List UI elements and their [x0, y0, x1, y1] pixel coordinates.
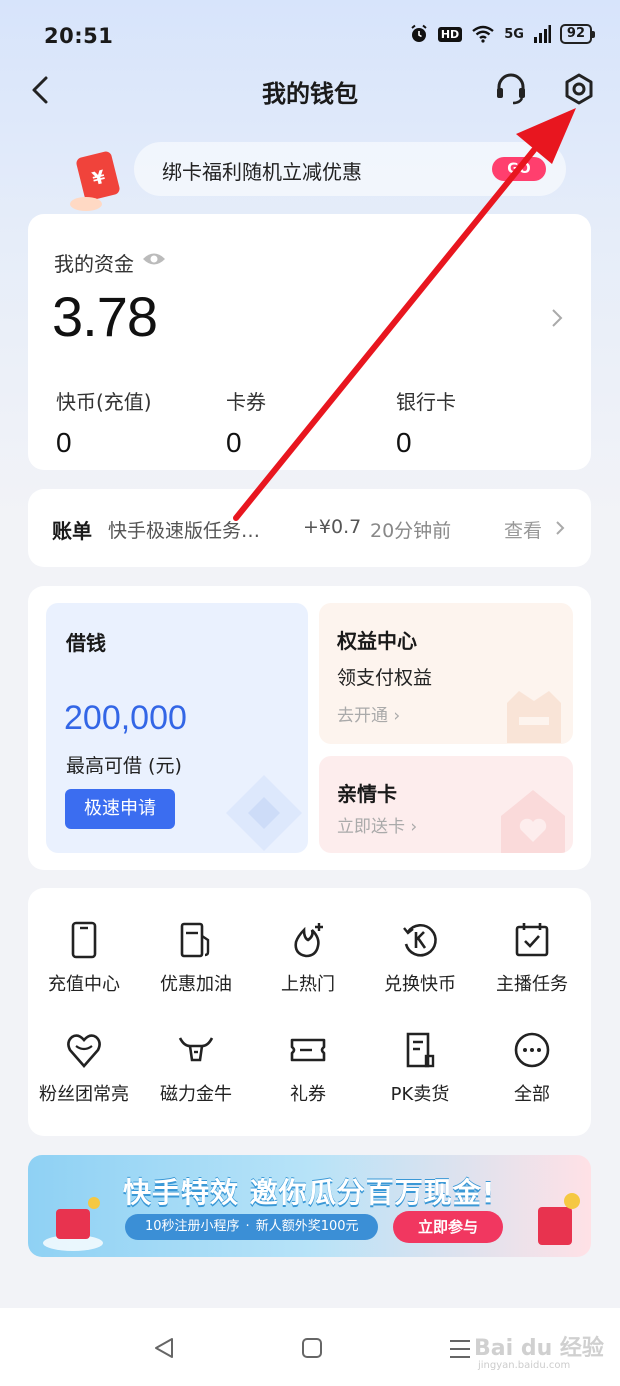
service-label: 全部: [514, 1084, 550, 1105]
house-heart-icon: [501, 790, 565, 853]
chevron-right-icon[interactable]: [549, 306, 565, 330]
bill-view-link[interactable]: 查看: [504, 516, 542, 543]
service-label: 上热门: [281, 974, 335, 995]
fund-item-value: 0: [226, 427, 242, 458]
k-coin-exchange-icon: [403, 923, 437, 957]
service-label: 礼券: [290, 1084, 326, 1105]
service-label: 优惠加油: [160, 974, 232, 995]
bill-amount: +¥0.7: [303, 516, 362, 538]
watermark-brand: Bai du 经验: [474, 1336, 604, 1361]
system-nav-bar: Bai du 经验 jingyan.baidu.com: [0, 1308, 620, 1386]
ticket-icon: [290, 1038, 326, 1062]
service-label: 磁力金牛: [160, 1084, 232, 1105]
bill-time: 20分钟前: [370, 520, 452, 542]
banner-pill-right: 新人额外奖100元: [255, 1219, 359, 1234]
service-label: 粉丝团常亮: [39, 1084, 129, 1105]
calendar-check-icon: [515, 923, 549, 957]
funds-card[interactable]: 我的资金 3.78 快币(充值) 0 卡券 0 银行卡 0: [28, 214, 591, 470]
flame-plus-icon: [294, 923, 323, 958]
fund-item-bank-card[interactable]: 银行卡 0: [396, 386, 456, 459]
service-label: PK卖货: [390, 1084, 450, 1105]
service-streamer-tasks[interactable]: 主播任务: [476, 920, 588, 1016]
borrow-apply-button[interactable]: 极速申请: [65, 789, 175, 829]
bill-description: 快手极速版任务…: [108, 520, 261, 542]
fund-item-kuaibi[interactable]: 快币(充值) 0: [56, 386, 152, 459]
borrow-amount: 200,000: [64, 699, 187, 737]
customer-service-button[interactable]: [492, 70, 530, 108]
service-magnetic-bull[interactable]: 磁力金牛: [140, 1030, 252, 1126]
status-time: 20:51: [44, 24, 114, 48]
red-envelope-icon: ¥: [70, 151, 120, 211]
receipt-icon: [406, 1032, 435, 1068]
red-envelope-icon: [538, 1193, 580, 1245]
wifi-icon: [472, 25, 494, 43]
rights-center-panel[interactable]: 权益中心 领支付权益 去开通 ›: [319, 603, 573, 744]
service-label: 兑换快币: [384, 974, 456, 995]
promo-ad-banner[interactable]: 快手特效 邀你瓜分百万现金! 10秒注册小程序 · 新人额外奖100元 立即参与: [28, 1155, 591, 1257]
status-icons: HD 5G 92: [409, 24, 596, 44]
service-fan-club[interactable]: 粉丝团常亮: [28, 1030, 140, 1126]
bull-icon: [178, 1037, 214, 1062]
hd-badge: HD: [437, 26, 463, 42]
chevron-right-icon: [556, 521, 565, 535]
nav-home-button[interactable]: [300, 1336, 324, 1360]
service-pk-selling[interactable]: PK卖货: [364, 1030, 476, 1126]
promo-banner[interactable]: 绑卡福利随机立减优惠 GO: [134, 142, 566, 196]
nav-back-button[interactable]: [152, 1336, 176, 1360]
banner-pill-left: 10秒注册小程序: [145, 1219, 240, 1234]
fund-item-label: 卡券: [226, 390, 266, 414]
service-label: 主播任务: [496, 974, 568, 995]
fund-item-value: 0: [396, 427, 412, 458]
borrow-title: 借钱: [66, 631, 106, 655]
finance-card: 借钱 200,000 最高可借 (元) 极速申请 权益中心 领支付权益 去开通 …: [28, 586, 591, 870]
fund-item-label: 快币(充值): [56, 390, 152, 414]
banner-join-button[interactable]: 立即参与: [393, 1211, 503, 1243]
funds-label: 我的资金: [54, 252, 134, 276]
phone-icon: [71, 921, 97, 959]
bill-card[interactable]: 账单 快手极速版任务… +¥0.7 20分钟前 查看: [28, 489, 591, 567]
alarm-icon: [411, 24, 427, 42]
service-fuel-discount[interactable]: 优惠加油: [140, 920, 252, 1016]
eye-icon[interactable]: [142, 250, 166, 268]
rights-subtitle: 领支付权益: [337, 667, 433, 689]
rights-title: 权益中心: [337, 629, 417, 653]
service-gift-voucher[interactable]: 礼券: [252, 1030, 364, 1126]
borrow-panel[interactable]: 借钱 200,000 最高可借 (元) 极速申请: [46, 603, 308, 853]
fund-item-label: 银行卡: [396, 390, 456, 414]
banner-title: 快手特效 邀你瓜分百万现金!: [123, 1176, 496, 1209]
promo-go-button[interactable]: GO: [492, 157, 546, 181]
banner-info-pill: 10秒注册小程序 · 新人额外奖100元: [125, 1214, 378, 1240]
family-link[interactable]: 立即送卡 ›: [337, 812, 417, 837]
nav-bar: 我的钱包: [0, 60, 620, 120]
diamond-decoration-icon: [226, 775, 302, 851]
settings-button[interactable]: [560, 70, 598, 108]
rights-link[interactable]: 去开通 ›: [337, 701, 400, 726]
network-label: 5G: [504, 26, 524, 42]
watermark-url: jingyan.baidu.com: [478, 1360, 571, 1371]
crown-box-icon: [507, 691, 561, 743]
borrow-subtitle: 最高可借 (元): [66, 755, 182, 777]
nav-recent-apps-button[interactable]: [448, 1338, 472, 1360]
heart-icon: [67, 1034, 101, 1068]
service-exchange-kuaibi[interactable]: 兑换快币: [364, 920, 476, 1016]
battery-icon: 92: [559, 24, 596, 44]
fuel-pump-icon: [180, 922, 210, 958]
fund-item-value: 0: [56, 427, 72, 458]
promo-text: 绑卡福利随机立减优惠: [162, 160, 362, 184]
bill-title: 账单: [52, 519, 92, 543]
more-icon: [514, 1032, 550, 1068]
service-recharge-center[interactable]: 充值中心: [28, 920, 140, 1016]
service-trending[interactable]: 上热门: [252, 920, 364, 1016]
services-card: 充值中心 优惠加油 上热门 兑换快币 主播任务 粉丝团常亮 磁力金牛 礼券 PK…: [28, 888, 591, 1136]
gift-box-icon: [43, 1197, 103, 1251]
family-title: 亲情卡: [337, 782, 397, 806]
funds-amount: 3.78: [52, 285, 158, 348]
service-all[interactable]: 全部: [476, 1030, 588, 1126]
fund-item-coupons[interactable]: 卡券 0: [226, 386, 266, 459]
signal-icon: [533, 25, 551, 43]
service-label: 充值中心: [48, 974, 120, 995]
family-card-panel[interactable]: 亲情卡 立即送卡 ›: [319, 756, 573, 853]
